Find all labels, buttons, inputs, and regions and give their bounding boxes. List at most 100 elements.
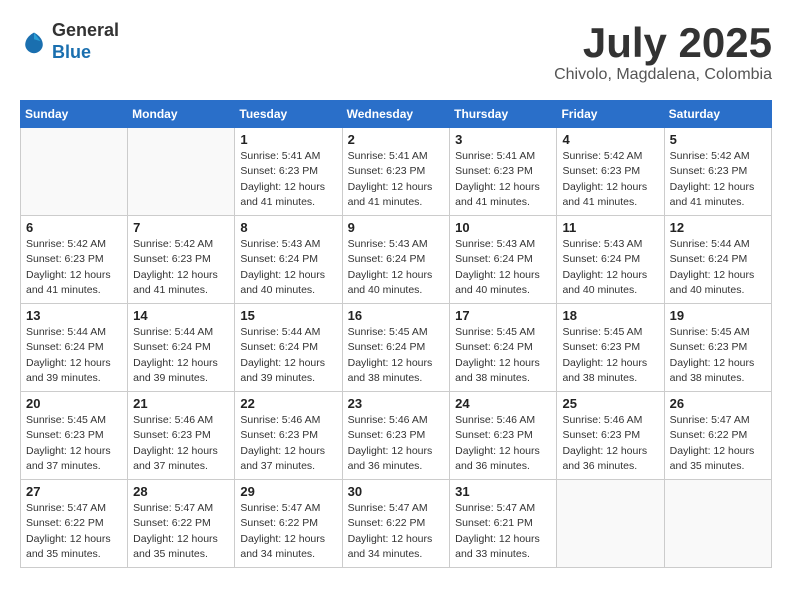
day-info: Sunrise: 5:41 AM Sunset: 6:23 PM Dayligh… (240, 149, 336, 210)
page-header: General Blue July 2025 Chivolo, Magdalen… (20, 20, 772, 84)
day-number: 13 (26, 308, 122, 323)
day-number: 12 (670, 220, 766, 235)
calendar-cell (128, 128, 235, 216)
calendar-cell: 1 Sunrise: 5:41 AM Sunset: 6:23 PM Daylig… (235, 128, 342, 216)
day-of-week-header: Thursday (450, 101, 557, 128)
logo-general: General (52, 20, 119, 42)
day-of-week-header: Tuesday (235, 101, 342, 128)
calendar-cell: 12 Sunrise: 5:44 AM Sunset: 6:24 PM Dayli… (664, 216, 771, 304)
day-number: 1 (240, 132, 336, 147)
day-of-week-header: Saturday (664, 101, 771, 128)
calendar-cell: 9 Sunrise: 5:43 AM Sunset: 6:24 PM Daylig… (342, 216, 450, 304)
calendar-cell: 25 Sunrise: 5:46 AM Sunset: 6:23 PM Dayli… (557, 392, 664, 480)
day-number: 30 (348, 484, 445, 499)
day-info: Sunrise: 5:41 AM Sunset: 6:23 PM Dayligh… (348, 149, 445, 210)
day-info: Sunrise: 5:43 AM Sunset: 6:24 PM Dayligh… (240, 237, 336, 298)
day-info: Sunrise: 5:42 AM Sunset: 6:23 PM Dayligh… (562, 149, 658, 210)
calendar-cell: 10 Sunrise: 5:43 AM Sunset: 6:24 PM Dayli… (450, 216, 557, 304)
day-number: 10 (455, 220, 551, 235)
day-info: Sunrise: 5:43 AM Sunset: 6:24 PM Dayligh… (562, 237, 658, 298)
day-number: 25 (562, 396, 658, 411)
calendar-cell: 31 Sunrise: 5:47 AM Sunset: 6:21 PM Dayli… (450, 480, 557, 568)
day-info: Sunrise: 5:47 AM Sunset: 6:22 PM Dayligh… (240, 501, 336, 562)
day-number: 6 (26, 220, 122, 235)
location: Chivolo, Magdalena, Colombia (554, 66, 772, 84)
calendar-cell: 3Sunrise: 5:41 AM Sunset: 6:23 PM Daylig… (450, 128, 557, 216)
day-number: 29 (240, 484, 336, 499)
calendar-cell: 6 Sunrise: 5:42 AM Sunset: 6:23 PM Daylig… (21, 216, 128, 304)
logo-text: General Blue (52, 20, 119, 63)
day-number: 21 (133, 396, 229, 411)
day-of-week-header: Friday (557, 101, 664, 128)
day-info: Sunrise: 5:47 AM Sunset: 6:21 PM Dayligh… (455, 501, 551, 562)
day-number: 23 (348, 396, 445, 411)
day-info: Sunrise: 5:44 AM Sunset: 6:24 PM Dayligh… (26, 325, 122, 386)
day-number: 5 (670, 132, 766, 147)
day-number: 27 (26, 484, 122, 499)
day-of-week-header: Wednesday (342, 101, 450, 128)
day-info: Sunrise: 5:45 AM Sunset: 6:24 PM Dayligh… (348, 325, 445, 386)
day-info: Sunrise: 5:44 AM Sunset: 6:24 PM Dayligh… (240, 325, 336, 386)
calendar-cell: 30 Sunrise: 5:47 AM Sunset: 6:22 PM Dayli… (342, 480, 450, 568)
day-info: Sunrise: 5:47 AM Sunset: 6:22 PM Dayligh… (348, 501, 445, 562)
day-number: 16 (348, 308, 445, 323)
logo-blue: Blue (52, 42, 119, 64)
day-info: Sunrise: 5:46 AM Sunset: 6:23 PM Dayligh… (562, 413, 658, 474)
day-info: Sunrise: 5:43 AM Sunset: 6:24 PM Dayligh… (348, 237, 445, 298)
day-number: 17 (455, 308, 551, 323)
calendar-cell: 2 Sunrise: 5:41 AM Sunset: 6:23 PM Daylig… (342, 128, 450, 216)
day-number: 7 (133, 220, 229, 235)
calendar-cell: 24 Sunrise: 5:46 AM Sunset: 6:23 PM Dayli… (450, 392, 557, 480)
day-info: Sunrise: 5:42 AM Sunset: 6:23 PM Dayligh… (26, 237, 122, 298)
day-number: 14 (133, 308, 229, 323)
day-number: 22 (240, 396, 336, 411)
calendar-cell (557, 480, 664, 568)
day-info: Sunrise: 5:46 AM Sunset: 6:23 PM Dayligh… (455, 413, 551, 474)
day-number: 3 (455, 132, 551, 147)
day-info: Sunrise: 5:47 AM Sunset: 6:22 PM Dayligh… (26, 501, 122, 562)
day-info: Sunrise: 5:47 AM Sunset: 6:22 PM Dayligh… (133, 501, 229, 562)
calendar-cell: 29 Sunrise: 5:47 AM Sunset: 6:22 PM Dayli… (235, 480, 342, 568)
calendar-cell: 28 Sunrise: 5:47 AM Sunset: 6:22 PM Dayli… (128, 480, 235, 568)
day-info: Sunrise: 5:42 AM Sunset: 6:23 PM Dayligh… (670, 149, 766, 210)
day-number: 19 (670, 308, 766, 323)
day-number: 8 (240, 220, 336, 235)
calendar-cell: 5 Sunrise: 5:42 AM Sunset: 6:23 PM Daylig… (664, 128, 771, 216)
day-number: 4 (562, 132, 658, 147)
calendar-cell: 4 Sunrise: 5:42 AM Sunset: 6:23 PM Daylig… (557, 128, 664, 216)
day-number: 11 (562, 220, 658, 235)
calendar-cell: 11 Sunrise: 5:43 AM Sunset: 6:24 PM Dayli… (557, 216, 664, 304)
day-of-week-header: Sunday (21, 101, 128, 128)
calendar-cell: 16 Sunrise: 5:45 AM Sunset: 6:24 PM Dayli… (342, 304, 450, 392)
day-info: Sunrise: 5:43 AM Sunset: 6:24 PM Dayligh… (455, 237, 551, 298)
calendar-cell: 14 Sunrise: 5:44 AM Sunset: 6:24 PM Dayli… (128, 304, 235, 392)
day-info: Sunrise: 5:45 AM Sunset: 6:23 PM Dayligh… (670, 325, 766, 386)
day-number: 31 (455, 484, 551, 499)
day-number: 28 (133, 484, 229, 499)
calendar-cell: 22Sunrise: 5:46 AM Sunset: 6:23 PM Dayli… (235, 392, 342, 480)
calendar-cell: 27 Sunrise: 5:47 AM Sunset: 6:22 PM Dayli… (21, 480, 128, 568)
day-info: Sunrise: 5:44 AM Sunset: 6:24 PM Dayligh… (133, 325, 229, 386)
calendar-cell (664, 480, 771, 568)
day-number: 9 (348, 220, 445, 235)
day-info: Sunrise: 5:46 AM Sunset: 6:23 PM Dayligh… (133, 413, 229, 474)
calendar-cell: 13 Sunrise: 5:44 AM Sunset: 6:24 PM Dayli… (21, 304, 128, 392)
day-number: 2 (348, 132, 445, 147)
day-number: 20 (26, 396, 122, 411)
month-year: July 2025 (554, 20, 772, 66)
day-info: Sunrise: 5:46 AM Sunset: 6:23 PM Dayligh… (348, 413, 445, 474)
calendar-cell: 23 Sunrise: 5:46 AM Sunset: 6:23 PM Dayli… (342, 392, 450, 480)
day-number: 18 (562, 308, 658, 323)
calendar-cell: 26Sunrise: 5:47 AM Sunset: 6:22 PM Dayli… (664, 392, 771, 480)
title-block: July 2025 Chivolo, Magdalena, Colombia (554, 20, 772, 84)
day-number: 24 (455, 396, 551, 411)
calendar-cell: 18Sunrise: 5:45 AM Sunset: 6:23 PM Dayli… (557, 304, 664, 392)
day-of-week-header: Monday (128, 101, 235, 128)
calendar-cell: 20Sunrise: 5:45 AM Sunset: 6:23 PM Dayli… (21, 392, 128, 480)
day-info: Sunrise: 5:42 AM Sunset: 6:23 PM Dayligh… (133, 237, 229, 298)
calendar-cell: 7 Sunrise: 5:42 AM Sunset: 6:23 PM Daylig… (128, 216, 235, 304)
calendar-cell: 19 Sunrise: 5:45 AM Sunset: 6:23 PM Dayli… (664, 304, 771, 392)
day-number: 26 (670, 396, 766, 411)
logo-icon (20, 28, 48, 56)
day-info: Sunrise: 5:44 AM Sunset: 6:24 PM Dayligh… (670, 237, 766, 298)
